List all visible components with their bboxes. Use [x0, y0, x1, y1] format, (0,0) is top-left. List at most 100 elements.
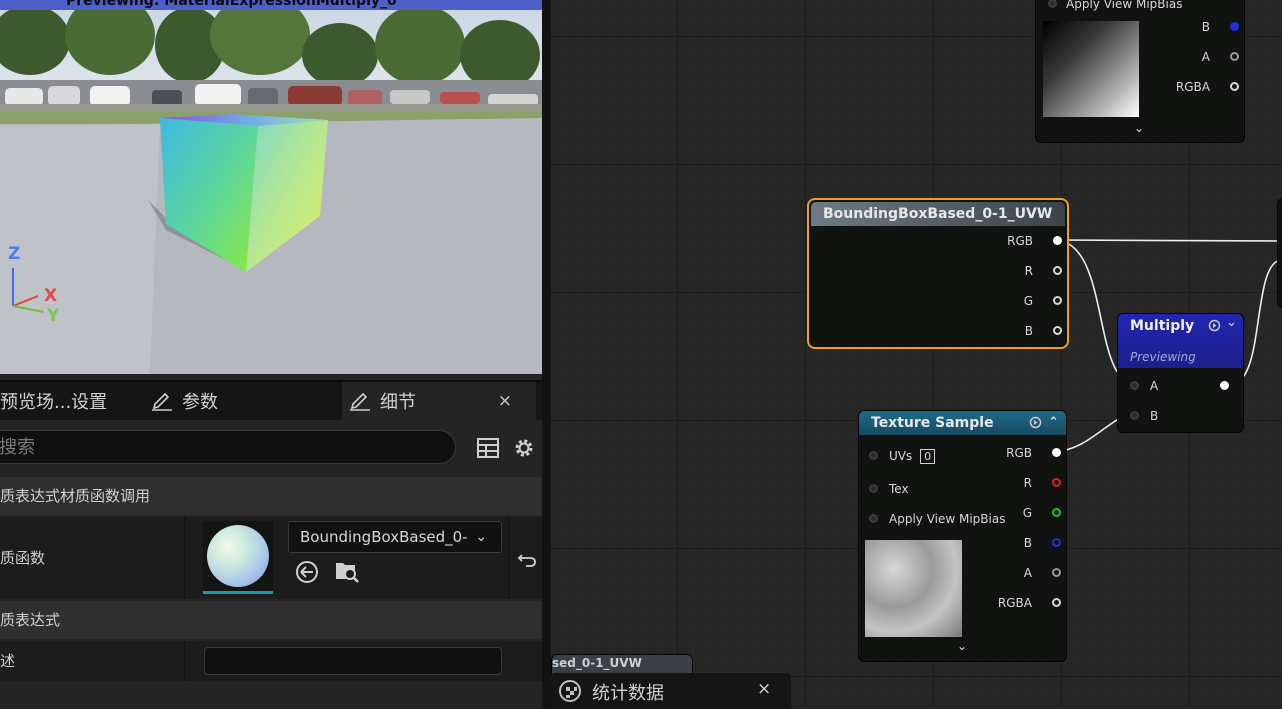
section-function-call-header[interactable]: 质表达式材质函数调用 [0, 477, 542, 515]
browse-asset-icon[interactable] [333, 557, 361, 585]
column-divider [184, 641, 185, 681]
column-divider [184, 517, 185, 599]
pin-socket [1053, 296, 1062, 305]
pin-label: B [1024, 324, 1033, 338]
texture-thumbnail [1043, 21, 1139, 117]
pin-label: B [1201, 20, 1210, 34]
material-preview-viewport[interactable]: Previewing: MaterialExpressionMultiply_0… [0, 0, 542, 374]
chevron-up-icon[interactable]: ⌃ [1048, 411, 1059, 435]
pin-socket [1052, 448, 1061, 457]
node-subtitle: Previewing [1130, 350, 1196, 364]
pin-socket [1230, 82, 1239, 91]
description-label: 述 [0, 652, 16, 670]
bounding-box-function-node[interactable]: BoundingBoxBased_0-1_UVW RGB R G B [807, 198, 1069, 349]
pin-label: R [1024, 264, 1033, 278]
node-title: Texture Sample [871, 415, 994, 431]
chevron-down-icon: ⌄ [475, 529, 487, 545]
chevron-down-icon[interactable]: ⌄ [1134, 121, 1144, 135]
pin-socket [1230, 52, 1239, 61]
pin-label: G [1023, 294, 1033, 308]
pin-apply-view-mipbias[interactable]: Apply View MipBias [1048, 0, 1182, 11]
search-input[interactable]: 搜索 [0, 430, 456, 464]
multiply-header: Multiply Previewing ⌄ [1118, 314, 1243, 368]
chevron-down-icon[interactable]: ⌄ [1226, 315, 1237, 330]
description-field[interactable] [204, 647, 502, 675]
material-function-label: 质函数 [0, 549, 46, 567]
pin-label: Apply View MipBias [1066, 0, 1183, 11]
pin-socket [1053, 266, 1062, 275]
axis-y-label: Y [47, 306, 60, 326]
column-divider [508, 517, 509, 599]
details-panel: 搜索 质表达式材质函数调用 质函数 BoundingBoxBased_0- ⌄ [0, 420, 542, 709]
pin-label: R [1023, 476, 1032, 490]
pin-uvs-input[interactable]: UVs 0 [869, 449, 936, 464]
material-function-row: 质函数 BoundingBoxBased_0- ⌄ [0, 517, 542, 599]
close-icon[interactable]: × [498, 382, 512, 420]
details-tab-bar: 预览场...设置 参数 细节 × [0, 380, 542, 420]
axis-x-label: X [44, 286, 58, 306]
description-row: 述 [0, 641, 542, 681]
pin-socket [1052, 568, 1061, 577]
section-expression-header[interactable]: 质表达式 [0, 601, 542, 639]
texture-sample-header: Texture Sample ⌃ [859, 411, 1066, 435]
wire-rgb-to-right [1053, 239, 1282, 242]
tab-label: 参数 [182, 392, 218, 413]
table-view-icon[interactable] [476, 436, 500, 460]
tab-label: 预览场...设置 [0, 392, 108, 413]
pin-label: RGBA [997, 596, 1032, 610]
pin-label: RGB [1007, 234, 1033, 248]
pin-a-input[interactable]: A [1130, 379, 1158, 393]
function-asset-combo[interactable]: BoundingBoxBased_0- ⌄ [288, 521, 502, 553]
material-graph-canvas[interactable]: Apply View MipBias B A RGBA ⌄ BoundingBo… [551, 0, 1282, 709]
pin-mipbias-input[interactable]: Apply View MipBias [869, 512, 1005, 526]
previewing-banner: Previewing: MaterialExpressionMultiply_0 [0, 0, 542, 10]
chevron-down-icon[interactable]: ⌄ [957, 639, 967, 653]
close-icon[interactable]: × [757, 679, 771, 699]
tab-parameters[interactable]: 参数 [150, 382, 330, 420]
gear-icon[interactable] [512, 436, 536, 460]
tab-stats[interactable]: 统计数据 × [551, 673, 791, 709]
multiply-node[interactable]: Multiply Previewing ⌄ A B [1117, 313, 1244, 433]
pin-label: RGB [1006, 446, 1032, 460]
pin-socket [1220, 381, 1229, 390]
pin-socket [1052, 508, 1061, 517]
pin-label: RGBA [1175, 80, 1210, 94]
pin-tex-input[interactable]: Tex [869, 482, 909, 496]
tab-label: 细节 [380, 392, 416, 413]
uvs-index-field[interactable]: 0 [920, 449, 936, 464]
axis-z-label: Z [8, 244, 21, 264]
pencil-icon [350, 392, 370, 411]
pin-socket [1130, 381, 1139, 390]
pin-socket [1130, 411, 1139, 420]
texture-node-top[interactable]: Apply View MipBias B A RGBA ⌄ [1035, 0, 1245, 143]
panel-splitter[interactable] [542, 0, 551, 709]
node-title: Multiply [1130, 318, 1195, 334]
pin-socket [869, 451, 878, 460]
function-thumbnail[interactable] [203, 521, 273, 594]
pin-socket [1230, 22, 1239, 31]
node-title: sed_0-1_UVW [552, 656, 642, 670]
reset-to-default-icon[interactable] [517, 549, 537, 569]
preview-toggle-icon[interactable] [1029, 416, 1042, 429]
pin-socket [1052, 598, 1061, 607]
partial-node-right[interactable] [1277, 198, 1282, 308]
preview-sphere [207, 525, 269, 587]
pin-socket [1053, 326, 1062, 335]
preview-toggle-icon[interactable] [1208, 319, 1221, 332]
stats-icon [559, 680, 581, 702]
pin-socket [869, 514, 878, 523]
pin-b-input[interactable]: B [1130, 409, 1158, 423]
pin-socket [1052, 538, 1061, 547]
pin-socket [1053, 236, 1062, 245]
pin-label: G [1022, 506, 1032, 520]
tab-details[interactable]: 细节 × [342, 382, 536, 420]
function-asset-value: BoundingBoxBased_0- [300, 528, 468, 546]
texture-sample-node[interactable]: Texture Sample ⌃ UVs 0 Tex Apply View Mi… [858, 410, 1067, 662]
preview-scene [0, 0, 542, 374]
tab-preview-scene-settings[interactable]: 预览场...设置 [0, 382, 140, 420]
pin-label: A [1201, 50, 1210, 64]
pin-socket [869, 484, 878, 493]
use-selected-asset-icon[interactable] [294, 559, 320, 585]
tab-label: 统计数据 [592, 683, 664, 704]
section-title: 质表达式材质函数调用 [0, 487, 151, 505]
